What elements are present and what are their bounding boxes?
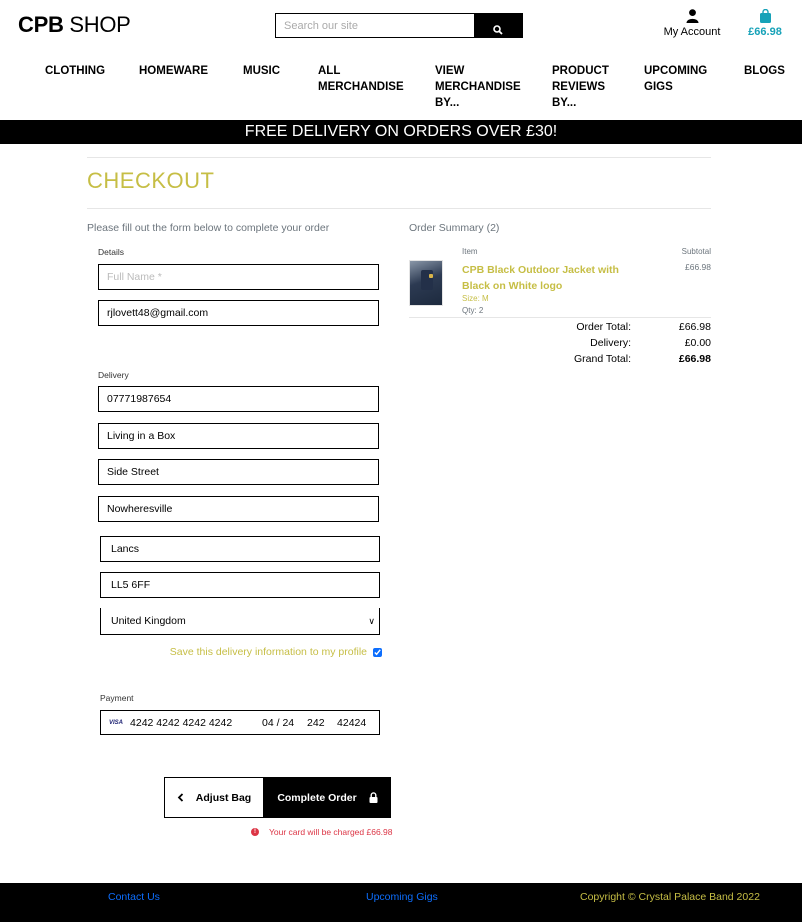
footer-gigs-link[interactable]: Upcoming Gigs [366, 891, 438, 903]
footer-copyright: Copyright © Crystal Palace Band 2022 [580, 891, 760, 903]
delivery-label: Delivery [98, 370, 129, 380]
country-select[interactable]: United Kingdom ∨ [100, 608, 380, 635]
nav-all-merchandise[interactable]: All Merchandise [318, 63, 404, 95]
my-account-link[interactable]: My Account [660, 9, 724, 38]
exclamation-circle-icon: ! [251, 828, 259, 836]
phone-field[interactable] [98, 386, 379, 412]
nav-clothing[interactable]: Clothing [45, 63, 115, 79]
country-selected-value: United Kingdom [111, 615, 186, 627]
details-label: Details [98, 247, 124, 257]
save-info-checkbox[interactable] [373, 647, 382, 657]
search-bar [275, 13, 523, 38]
payment-label: Payment [100, 693, 134, 703]
lock-icon [369, 792, 378, 803]
card-number[interactable]: 4242 4242 4242 4242 [130, 717, 262, 729]
street-address-2-field[interactable] [98, 459, 379, 485]
user-icon [686, 9, 698, 23]
save-info-row: Save this delivery information to my pro… [170, 646, 382, 658]
order-total-row: Order Total: £66.98 [540, 319, 711, 335]
column-header-item: Item [462, 247, 478, 256]
card-element[interactable]: VISA 4242 4242 4242 4242 04 / 24 242 424… [100, 710, 380, 735]
order-total-label: Order Total: [576, 321, 631, 333]
delivery-row: Delivery: £0.00 [540, 335, 711, 351]
summary-divider [409, 317, 711, 318]
form-intro: Please fill out the form below to comple… [87, 222, 330, 234]
search-button[interactable] [474, 14, 522, 37]
site-logo[interactable]: CPB SHOP [18, 12, 131, 38]
complete-order-button[interactable]: Complete Order [264, 777, 391, 818]
order-total-value: £66.98 [678, 321, 711, 333]
adjust-bag-label: Adjust Bag [195, 791, 252, 804]
nav-upcoming-gigs[interactable]: Upcoming Gigs [644, 63, 714, 95]
order-summary-title: Order Summary (2) [409, 222, 500, 234]
delivery-cost-value: £0.00 [684, 337, 711, 349]
order-totals: Order Total: £66.98 Delivery: £0.00 Gran… [540, 319, 711, 367]
bag-total: £66.98 [748, 26, 782, 38]
product-subtotal: £66.98 [685, 262, 711, 272]
grand-total-row: Grand Total: £66.98 [540, 351, 711, 367]
chevron-left-icon [177, 793, 183, 802]
chevron-down-icon: ∨ [368, 616, 375, 626]
nav-product-reviews-by[interactable]: Product Reviews By... [552, 63, 622, 111]
my-account-label: My Account [663, 26, 721, 38]
free-delivery-banner: FREE DELIVERY ON ORDERS OVER £30! [0, 120, 802, 144]
charge-notice: ! Your card will be charged £66.98 [251, 827, 393, 837]
shopping-bag-icon [759, 9, 771, 23]
nav-homeware[interactable]: Homeware [139, 63, 219, 79]
search-input[interactable] [276, 14, 474, 37]
column-header-subtotal: Subtotal [681, 247, 711, 256]
nav-music[interactable]: Music [243, 63, 303, 79]
charge-notice-text: Your card will be charged £66.98 [269, 827, 393, 837]
logo-light-text: SHOP [63, 12, 131, 37]
card-expiry[interactable]: 04 / 24 [262, 717, 307, 729]
jacket-image [421, 270, 433, 290]
save-info-label: Save this delivery information to my pro… [169, 646, 367, 658]
delivery-cost-label: Delivery: [590, 337, 631, 349]
nav-blogs[interactable]: Blogs [744, 63, 794, 79]
search-icon [493, 25, 503, 35]
product-size: Size: M [462, 294, 489, 303]
divider-bottom [87, 208, 711, 209]
product-qty: Qty: 2 [462, 306, 484, 315]
divider-top [87, 157, 711, 158]
grand-total-value: £66.98 [678, 353, 711, 365]
postcode-field[interactable] [100, 572, 380, 598]
product-thumbnail [409, 260, 443, 306]
visa-card-icon: VISA [109, 719, 124, 726]
adjust-bag-button[interactable]: Adjust Bag [164, 777, 264, 818]
card-postal[interactable]: 42424 [337, 717, 366, 729]
nav-view-merchandise-by[interactable]: View Merchandise By... [435, 63, 525, 111]
site-footer: Contact Us Upcoming Gigs Copyright © Cry… [0, 883, 802, 922]
card-cvc[interactable]: 242 [307, 717, 337, 729]
county-field[interactable] [100, 536, 380, 562]
jacket-logo-badge [429, 274, 433, 278]
grand-total-label: Grand Total: [573, 353, 631, 365]
footer-contact-link[interactable]: Contact Us [108, 891, 160, 903]
town-field[interactable] [98, 496, 379, 522]
logo-bold-text: CPB [18, 12, 64, 37]
email-field[interactable] [98, 300, 379, 326]
street-address-1-field[interactable] [98, 423, 379, 449]
complete-order-label: Complete Order [277, 791, 357, 804]
shopping-bag-link[interactable]: £66.98 [744, 9, 786, 38]
full-name-field[interactable] [98, 264, 379, 290]
product-name: CPB Black Outdoor Jacket with Black on W… [462, 264, 619, 292]
page-title: CHECKOUT [87, 168, 215, 193]
